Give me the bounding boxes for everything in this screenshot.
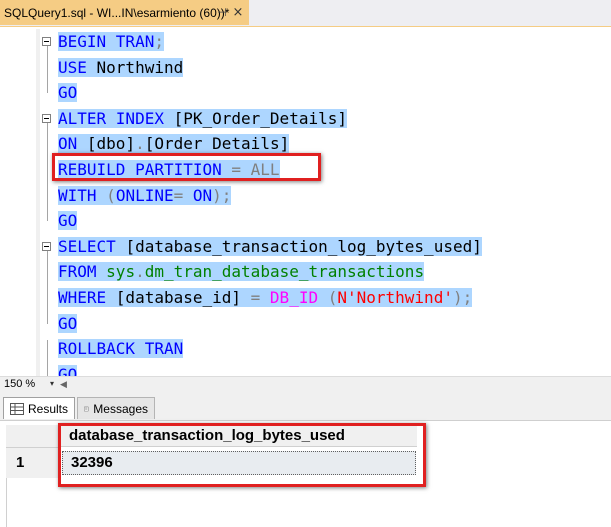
document-tab-title: SQLQuery1.sql - WI...IN\esarmiento (60))…: [4, 5, 230, 20]
code-token: N'Northwind': [337, 288, 453, 307]
code-token: (: [327, 288, 338, 307]
outline-guide: [47, 122, 48, 222]
code-line[interactable]: WHERE [database_id] = DB_ID (N'Northwind…: [58, 285, 473, 310]
code-token: ALTER INDEX: [58, 108, 174, 128]
code-line-text: ALTER INDEX [PK_Order_Details]: [58, 108, 347, 128]
code-line[interactable]: ROLLBACK TRAN: [58, 336, 184, 361]
code-token: =: [250, 288, 270, 307]
tab-messages-label: Messages: [93, 401, 148, 416]
grid-corner[interactable]: [6, 425, 61, 448]
query-editor[interactable]: BEGIN TRAN; USE Northwind GO ALTER INDEX [P…: [0, 27, 611, 376]
code-line-text: ON [dbo].[Order Details]: [58, 134, 290, 154]
results-grid: database_transaction_log_bytes_used 1 32…: [0, 421, 611, 527]
code-token: USE: [58, 57, 97, 77]
result-highlight: [58, 423, 426, 487]
document-tab[interactable]: SQLQuery1.sql - WI...IN\esarmiento (60))…: [0, 0, 249, 25]
code-line[interactable]: WITH (ONLINE= ON);: [58, 183, 232, 208]
code-token: .: [135, 134, 145, 154]
row-number[interactable]: 1: [6, 448, 60, 478]
code-token: GO: [58, 211, 78, 231]
code-line[interactable]: GO: [58, 80, 78, 105]
code-line[interactable]: BEGIN TRAN;: [58, 29, 164, 54]
code-token: GO: [58, 83, 78, 103]
code-token: [dbo]: [86, 134, 136, 154]
code-line-text: WITH (ONLINE= ON);: [58, 185, 232, 205]
code-line-text: GO: [58, 364, 78, 376]
code-line-text: USE Northwind: [58, 57, 184, 77]
horizontal-scrollbar[interactable]: ◀: [60, 380, 611, 391]
tab-results[interactable]: Results: [3, 397, 75, 419]
tab-results-label: Results: [27, 401, 68, 416]
code-line[interactable]: GO: [58, 311, 78, 336]
code-line-text: SELECT [database_transaction_log_bytes_u…: [58, 236, 482, 256]
code-token: BEGIN TRAN: [58, 32, 155, 51]
change-tracking-bar: [36, 29, 40, 376]
zoom-bar: 150 % ▾ ◀: [0, 376, 611, 395]
code-line-text: GO: [58, 211, 78, 231]
code-line-text: WHERE [database_id] = DB_ID (N'Northwind…: [58, 288, 473, 307]
code-token: FROM: [58, 262, 107, 282]
code-token: (: [106, 185, 116, 205]
code-line[interactable]: ALTER INDEX [PK_Order_Details]: [58, 106, 347, 131]
close-icon[interactable]: ×: [231, 6, 245, 20]
code-token: WHERE: [58, 288, 116, 307]
code-token: sys: [106, 262, 136, 282]
editor-margin: [0, 27, 36, 376]
code-token: SELECT: [58, 236, 126, 256]
pin-icon[interactable]: ⊣: [215, 6, 229, 20]
code-line[interactable]: GO: [58, 208, 78, 233]
outline-guide: [47, 340, 48, 376]
code-token: );: [212, 185, 232, 205]
code-token: GO: [58, 364, 78, 376]
results-tab-strip: Results Messages: [0, 394, 611, 421]
code-token: ;: [154, 32, 164, 51]
code-token: [database_transaction_log_bytes_used]: [125, 236, 482, 256]
code-line-text: FROM sys.dm_tran_database_transactions: [58, 262, 425, 282]
tab-messages[interactable]: Messages: [77, 397, 155, 419]
grid-icon: [10, 402, 24, 415]
code-line-text: ROLLBACK TRAN: [58, 339, 184, 359]
code-line[interactable]: SELECT [database_transaction_log_bytes_u…: [58, 234, 482, 259]
code-token: [database_id]: [115, 288, 251, 307]
code-token: ON: [192, 185, 213, 205]
code-token: ONLINE: [115, 185, 174, 205]
code-line-text: GO: [58, 313, 78, 333]
collapse-icon[interactable]: [42, 37, 51, 46]
code-line-text: BEGIN TRAN;: [58, 32, 164, 51]
code-token: WITH: [58, 185, 107, 205]
messages-icon: [84, 406, 89, 411]
outline-guide: [47, 46, 48, 94]
document-tab-strip: SQLQuery1.sql - WI...IN\esarmiento (60))…: [0, 0, 611, 27]
code-line[interactable]: GO: [58, 362, 78, 376]
code-token: DB_ID: [269, 288, 328, 307]
outline-guide: [47, 250, 48, 324]
code-token: [Order Details]: [144, 134, 290, 154]
code-token: =: [173, 185, 193, 205]
collapse-icon[interactable]: [42, 113, 51, 123]
code-line[interactable]: USE Northwind: [58, 55, 184, 80]
code-token: .: [135, 262, 145, 282]
code-token: dm_tran_database_transactions: [144, 262, 425, 282]
code-token: GO: [58, 313, 78, 333]
code-token: ON: [58, 134, 87, 154]
code-line-text: GO: [58, 83, 78, 103]
zoom-level[interactable]: 150 %: [4, 378, 35, 390]
collapse-icon[interactable]: [42, 241, 51, 251]
chevron-down-icon[interactable]: ▾: [50, 379, 54, 388]
rebuild-partition-highlight: [52, 153, 321, 181]
code-token: );: [452, 288, 473, 307]
code-token: [PK_Order_Details]: [173, 108, 347, 128]
code-line[interactable]: FROM sys.dm_tran_database_transactions: [58, 259, 425, 284]
code-token: ROLLBACK TRAN: [58, 339, 184, 359]
code-token: Northwind: [96, 57, 184, 77]
scroll-left-icon[interactable]: ◀: [60, 380, 67, 390]
